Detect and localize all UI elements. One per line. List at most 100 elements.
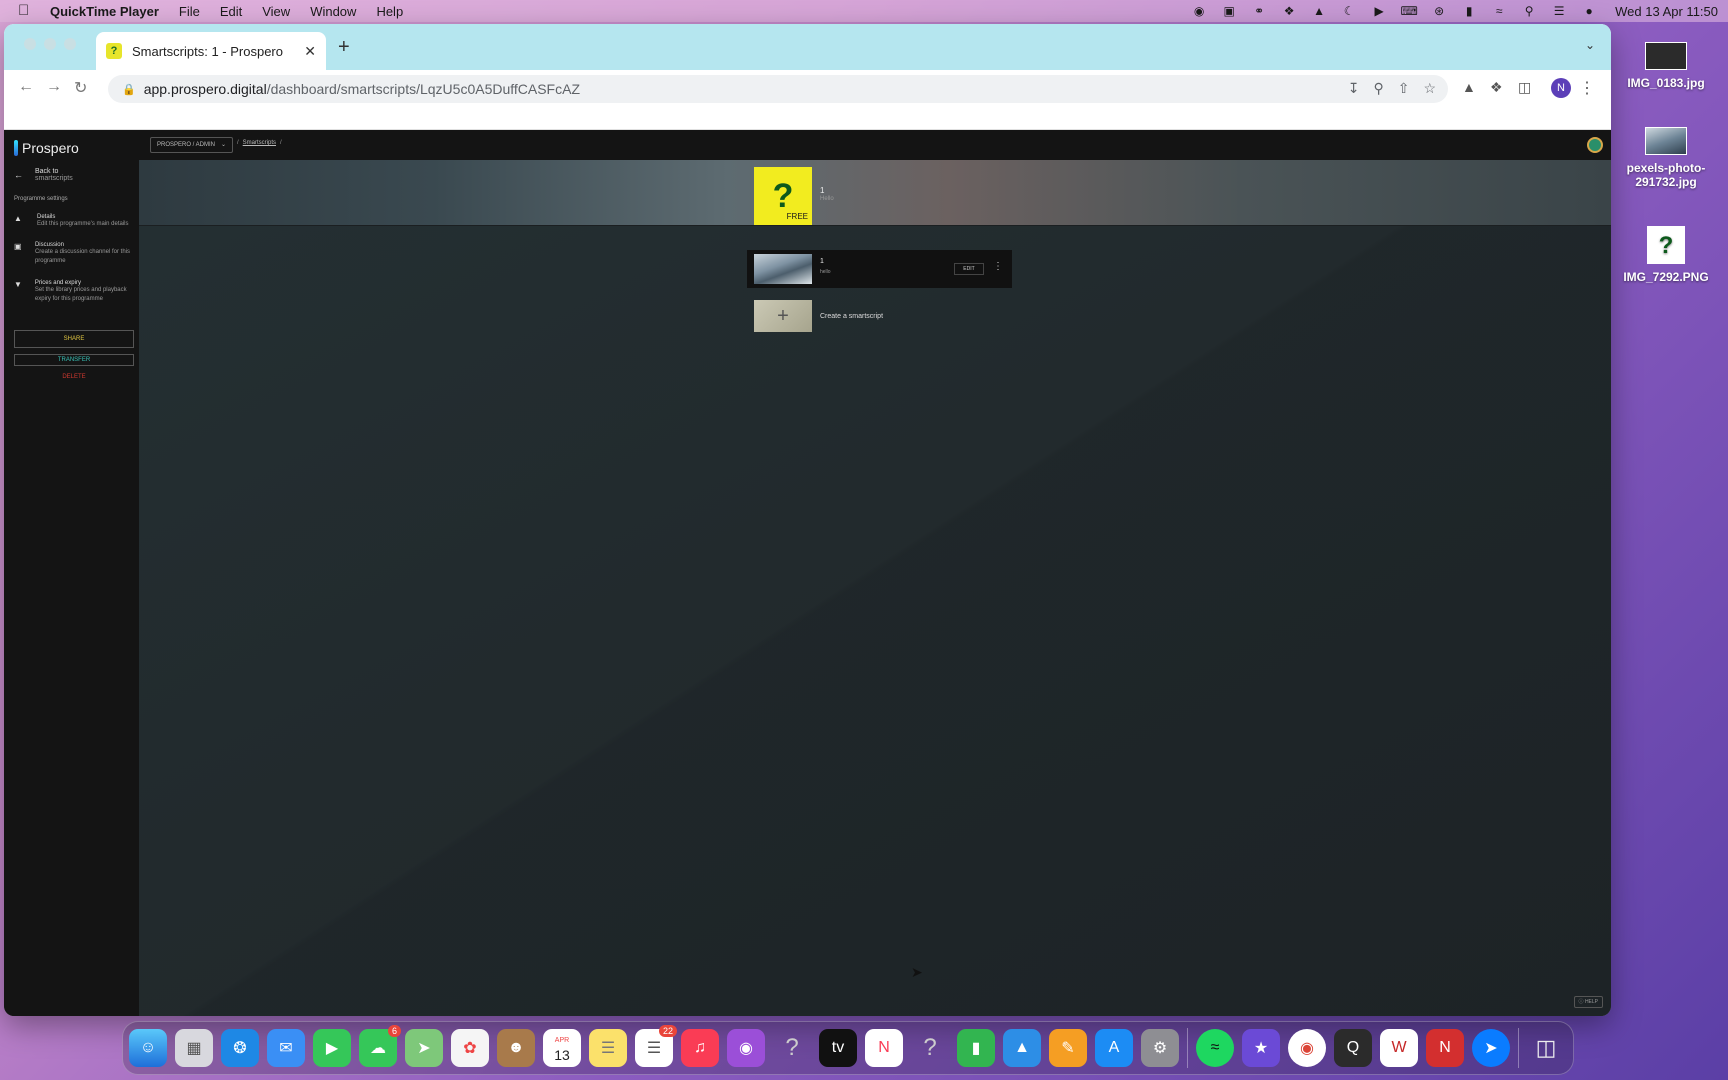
unknown-app-icon[interactable]: ?	[911, 1029, 949, 1067]
numbers-icon[interactable]: ▮	[957, 1029, 995, 1067]
more-options-icon[interactable]: ⋮	[993, 261, 1003, 272]
music-icon[interactable]: ♫	[681, 1029, 719, 1067]
bookmark-star-icon[interactable]: ☆	[1423, 80, 1436, 97]
apple-menu-icon[interactable]: 	[18, 3, 34, 19]
chrome-icon[interactable]: ◉	[1288, 1029, 1326, 1067]
keyboard-icon[interactable]: ⌨	[1400, 4, 1417, 18]
netflix-icon[interactable]: N	[1426, 1029, 1464, 1067]
app-store-icon[interactable]: A	[1095, 1029, 1133, 1067]
back-label-wrap: Back to smartscripts	[35, 168, 73, 182]
address-bar[interactable]: 🔒 app.prospero.digital/dashboard/smartsc…	[108, 75, 1448, 103]
extensions-puzzle-icon[interactable]: ❖	[1490, 79, 1503, 96]
tab-smartscripts[interactable]: ? Smartscripts: 1 - Prospero ✕	[96, 32, 326, 70]
edit-button[interactable]: EDIT	[954, 263, 984, 275]
new-tab-button[interactable]: +	[338, 36, 350, 59]
menu-bar:  QuickTime Player File Edit View Window…	[0, 0, 1728, 22]
finder-icon[interactable]: ☺	[129, 1029, 167, 1067]
lock-icon[interactable]: 🔒	[122, 83, 136, 96]
reminders-icon[interactable]: ☰ 22	[635, 1025, 677, 1067]
menu-view[interactable]: View	[262, 4, 290, 19]
podcasts-icon[interactable]: ◉	[727, 1029, 765, 1067]
back-arrow-icon[interactable]: ←	[18, 78, 34, 96]
menu-file[interactable]: File	[179, 4, 200, 19]
safari-icon[interactable]: ❂	[221, 1029, 259, 1067]
news-icon[interactable]: N	[865, 1029, 903, 1067]
window-close-button[interactable]	[24, 38, 36, 50]
side-panel-icon[interactable]: ◫	[1518, 79, 1531, 96]
unknown-app-icon[interactable]: ?	[773, 1029, 811, 1067]
menu-app-name[interactable]: QuickTime Player	[50, 4, 159, 19]
sidebar: Prospero ← Back to smartscripts Programm…	[4, 130, 139, 1016]
desktop-file-img-0183[interactable]: IMG_0183.jpg	[1618, 42, 1714, 90]
zoom-icon[interactable]: ⚲	[1373, 80, 1383, 97]
create-smartscript-row[interactable]: + Create a smartscript	[754, 299, 1014, 333]
menubar-clock[interactable]: Wed 13 Apr 11:50	[1615, 4, 1718, 19]
desktop-file-pexels-photo[interactable]: pexels-photo-291732.jpg	[1618, 127, 1714, 189]
imovie-icon[interactable]: ★	[1242, 1029, 1280, 1067]
tab-close-icon[interactable]: ✕	[304, 43, 316, 60]
creative-cloud-icon[interactable]: ⚭	[1251, 4, 1267, 18]
dropbox-icon[interactable]: ❖	[1281, 4, 1297, 18]
forward-arrow-icon[interactable]: →	[46, 78, 62, 96]
wd-drive-icon[interactable]: ▣	[1221, 4, 1237, 18]
messages-icon[interactable]: ☁ 6	[359, 1025, 401, 1067]
system-preferences-icon[interactable]: ⚙	[1141, 1029, 1179, 1067]
org-selector[interactable]: PROSPERO / ADMIN ⌄	[150, 137, 234, 153]
sidebar-item-discussion[interactable]: ▣ Discussion Create a discussion channel…	[14, 242, 136, 266]
window-zoom-button[interactable]	[64, 38, 76, 50]
photos-icon[interactable]: ✿	[451, 1029, 489, 1067]
sidebar-item-prices[interactable]: ▼ Prices and expiry Set the library pric…	[14, 280, 136, 304]
keynote-icon[interactable]: ▲	[1003, 1029, 1041, 1067]
sidebar-item-details[interactable]: ▲ Details Edit this programme's main det…	[14, 214, 136, 229]
wifi-icon[interactable]: ≈	[1491, 4, 1507, 18]
spotify-icon[interactable]: ≈	[1196, 1029, 1234, 1067]
contacts-icon[interactable]: ☻	[497, 1029, 535, 1067]
browser-menu-icon[interactable]: ⋮	[1579, 78, 1595, 98]
tab-search-chevron-icon[interactable]: ⌄	[1585, 38, 1595, 52]
facetime-icon[interactable]: ▶	[313, 1029, 351, 1067]
launchpad-icon[interactable]: ▦	[175, 1029, 213, 1067]
spotlight-search-icon[interactable]: ⚲	[1521, 4, 1537, 18]
mail-icon[interactable]: ✉	[267, 1029, 305, 1067]
calendar-icon[interactable]: APR 13	[543, 1029, 581, 1067]
profile-avatar[interactable]: N	[1551, 78, 1571, 98]
user-avatar[interactable]	[1587, 137, 1603, 153]
smartscript-row[interactable]: 1 hello EDIT ⋮	[747, 250, 1012, 288]
control-center-icon[interactable]: ☰	[1551, 4, 1567, 18]
battery-icon[interactable]: ▮	[1461, 4, 1477, 18]
quicktime-icon[interactable]: Q	[1334, 1029, 1372, 1067]
record-icon[interactable]: ◉	[1191, 4, 1207, 18]
wps-office-icon[interactable]: W	[1380, 1029, 1418, 1067]
org-label: PROSPERO / ADMIN	[157, 142, 216, 148]
menu-help[interactable]: Help	[376, 4, 403, 19]
prospero-logo[interactable]: Prospero	[14, 140, 79, 156]
menu-edit[interactable]: Edit	[220, 4, 242, 19]
help-button[interactable]: ⓘ HELP	[1573, 996, 1603, 1008]
programme-cover[interactable]: ? FREE	[754, 167, 812, 225]
google-drive-extension-icon[interactable]: ▲	[1462, 79, 1476, 95]
notes-icon[interactable]: ☰	[589, 1029, 627, 1067]
transfer-button[interactable]: TRANSFER	[14, 354, 134, 366]
install-icon[interactable]: ↧	[1348, 80, 1360, 97]
siri-icon[interactable]: ●	[1581, 4, 1597, 18]
breadcrumb-smartscripts-link[interactable]: Smartscripts	[243, 140, 276, 146]
delete-button[interactable]: DELETE	[14, 374, 134, 380]
reload-icon[interactable]: ↻	[74, 78, 87, 98]
back-to-smartscripts-link[interactable]: ← Back to smartscripts	[14, 168, 73, 182]
desktop-file-img-7292[interactable]: ? IMG_7292.PNG	[1618, 226, 1714, 284]
drive-icon[interactable]: ▲	[1311, 4, 1327, 18]
trash-icon[interactable]: ◫	[1527, 1029, 1565, 1067]
url-host: app.prospero.digital	[143, 81, 267, 97]
maps-icon[interactable]: ➤	[405, 1029, 443, 1067]
menu-window[interactable]: Window	[310, 4, 356, 19]
share-icon[interactable]: ⇧	[1398, 80, 1410, 97]
window-minimize-button[interactable]	[44, 38, 56, 50]
apple-tv-icon[interactable]: tv	[819, 1029, 857, 1067]
pages-icon[interactable]: ✎	[1049, 1029, 1087, 1067]
top-bar: PROSPERO / ADMIN ⌄ / Smartscripts /	[139, 130, 1611, 160]
moon-icon[interactable]: ☾	[1341, 4, 1357, 18]
bluetooth-icon[interactable]: ⊛	[1431, 4, 1447, 18]
play-icon[interactable]: ▶	[1371, 4, 1387, 18]
messenger-icon[interactable]: ➤	[1472, 1029, 1510, 1067]
share-button[interactable]: SHARE	[14, 330, 134, 348]
